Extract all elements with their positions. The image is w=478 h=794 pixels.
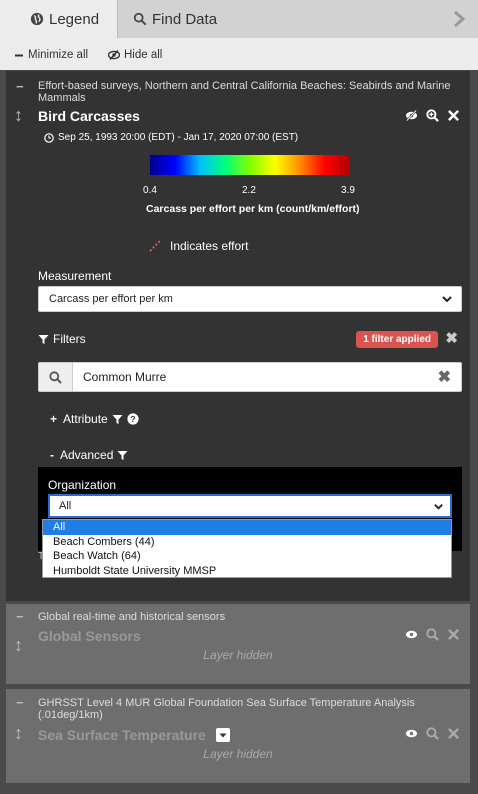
- close-icon[interactable]: [447, 109, 460, 122]
- eye-slash-icon[interactable]: [405, 109, 418, 122]
- filter-icon: [112, 414, 123, 424]
- layer-title: Bird Carcasses: [38, 108, 140, 124]
- filters-label: Filters: [53, 332, 86, 346]
- collapse-panel-arrow-icon[interactable]: [452, 10, 466, 28]
- attribute-toggle[interactable]: + Attribute ?: [50, 412, 139, 426]
- colorbar-units: Carcass per effort per km (count/km/effo…: [146, 203, 360, 215]
- help-icon[interactable]: ?: [127, 413, 139, 425]
- filter-icon: [38, 334, 49, 344]
- zoom-in-icon[interactable]: [426, 628, 439, 641]
- tab-find-data-label: Find Data: [152, 10, 218, 28]
- organization-select[interactable]: All: [48, 494, 452, 518]
- layer-subtitle: GHRSST Level 4 MUR Global Foundation Sea…: [38, 697, 415, 721]
- organization-label: Organization: [48, 478, 117, 492]
- eye-icon[interactable]: [405, 628, 418, 641]
- organization-dropdown-list: All Beach Combers (44) Beach Watch (64) …: [42, 519, 452, 578]
- hide-all-label: Hide all: [124, 49, 163, 61]
- organization-option[interactable]: Humboldt State University MMSP: [43, 564, 451, 579]
- colorbar-mid-label: 2.2: [242, 185, 256, 196]
- hide-all-button[interactable]: Hide all: [108, 49, 162, 61]
- close-icon[interactable]: [447, 727, 460, 740]
- measurement-label: Measurement: [38, 269, 112, 283]
- clear-filters-button[interactable]: ✖: [445, 329, 458, 347]
- tab-bar: Legend Find Data: [0, 0, 478, 38]
- filter-search-field[interactable]: Common Murre ✖: [38, 362, 462, 392]
- tab-find-data[interactable]: Find Data: [133, 0, 217, 38]
- layer-actions: [405, 727, 460, 740]
- advanced-toggle[interactable]: - Advanced: [50, 448, 128, 462]
- layer-actions: [405, 109, 460, 122]
- layer-hidden-status: Layer hidden: [203, 648, 273, 662]
- time-range: Sep 25, 1993 20:00 (EDT) - Jan 17, 2020 …: [44, 132, 298, 143]
- search-icon: [39, 363, 73, 391]
- minimize-layer-button[interactable]: −: [16, 79, 24, 94]
- measurement-select[interactable]: Carcass per effort per km: [38, 286, 462, 312]
- layer-subtitle: Global real-time and historical sensors: [38, 611, 226, 623]
- chevron-down-icon: [442, 296, 452, 303]
- organization-option[interactable]: All: [43, 520, 451, 535]
- clock-icon: [44, 132, 54, 143]
- caret-down-icon: [219, 733, 227, 738]
- filters-heading: Filters: [38, 332, 86, 346]
- globe-icon: [30, 12, 44, 26]
- filter-icon: [117, 450, 128, 460]
- minimize-layer-button[interactable]: −: [16, 695, 24, 710]
- filter-count-badge: 1 filter applied: [356, 331, 438, 348]
- layer-hidden-status: Layer hidden: [203, 747, 273, 761]
- layer-panel-sea-surface-temperature: − GHRSST Level 4 MUR Global Foundation S…: [6, 689, 470, 783]
- minimize-all-button[interactable]: Minimize all: [15, 49, 88, 61]
- minus-icon: [15, 54, 23, 56]
- layer-title-row: Sea Surface Temperature: [38, 727, 230, 743]
- svg-text:?: ?: [130, 414, 135, 424]
- minus-icon: -: [50, 448, 54, 462]
- layer-title: Sea Surface Temperature: [38, 727, 206, 743]
- zoom-in-icon[interactable]: [426, 109, 439, 122]
- layer-title: Global Sensors: [38, 628, 141, 644]
- layer-actions: [405, 628, 460, 641]
- organization-select-value: All: [59, 500, 72, 512]
- minimize-all-label: Minimize all: [28, 49, 89, 61]
- plus-icon: +: [50, 412, 58, 426]
- search-icon: [133, 12, 147, 26]
- zoom-in-icon[interactable]: [426, 727, 439, 740]
- attribute-label: Attribute: [63, 412, 108, 426]
- colorbar-min-label: 0.4: [143, 185, 157, 196]
- layer-options-dropdown[interactable]: [215, 728, 230, 742]
- organization-option[interactable]: Beach Combers (44): [43, 535, 451, 550]
- eye-icon[interactable]: [405, 727, 418, 740]
- legend-toolbar: Minimize all Hide all: [0, 38, 478, 70]
- minimize-layer-button[interactable]: −: [16, 609, 24, 624]
- organization-option[interactable]: Beach Watch (64): [43, 549, 451, 564]
- measurement-select-value: Carcass per effort per km: [49, 293, 173, 305]
- colorbar-max-label: 3.9: [341, 185, 355, 196]
- time-range-text: Sep 25, 1993 20:00 (EDT) - Jan 17, 2020 …: [58, 132, 299, 143]
- drag-handle-icon[interactable]: ↕: [14, 723, 23, 744]
- effort-legend-label: Indicates effort: [170, 239, 249, 253]
- dotted-line-icon: [149, 240, 161, 252]
- tab-legend[interactable]: Legend: [0, 0, 118, 38]
- clear-search-button[interactable]: ✖: [438, 367, 451, 387]
- colorbar: [150, 155, 350, 175]
- search-value: Common Murre: [83, 370, 167, 384]
- drag-handle-icon[interactable]: ↕: [14, 105, 23, 126]
- layer-subtitle: Effort-based surveys, Northern and Centr…: [38, 80, 451, 104]
- eye-slash-icon: [108, 50, 120, 60]
- advanced-label: Advanced: [60, 448, 114, 462]
- close-icon[interactable]: [447, 628, 460, 641]
- tab-legend-label: Legend: [49, 10, 100, 28]
- layer-panel-global-sensors: − Global real-time and historical sensor…: [6, 604, 470, 684]
- chevron-down-icon: [434, 504, 443, 510]
- effort-legend: Indicates effort: [148, 239, 249, 253]
